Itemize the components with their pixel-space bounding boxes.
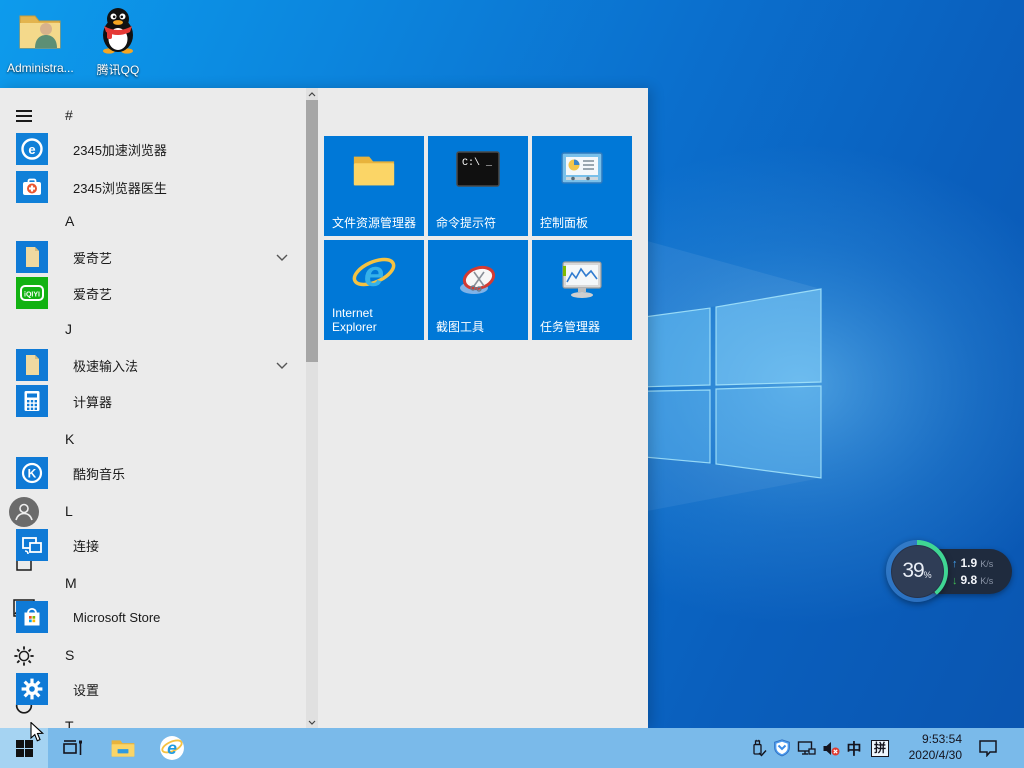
chevron-down-icon[interactable] <box>276 254 288 261</box>
chevron-down-icon <box>308 720 316 725</box>
tray-volume-button[interactable] <box>818 728 844 768</box>
download-arrow-icon: ↓ <box>952 575 958 587</box>
desktop-icon-qq[interactable]: 腾讯QQ <box>85 6 151 78</box>
usb-device-icon <box>752 739 767 757</box>
qq-penguin-icon <box>103 8 133 54</box>
gear-icon <box>14 646 34 666</box>
connect-icon <box>16 529 48 561</box>
chevron-down-icon[interactable] <box>276 362 288 369</box>
tray-ime-language[interactable]: 中 <box>842 728 866 768</box>
action-center-button[interactable] <box>972 728 1004 768</box>
tray-ime-mode[interactable]: 拼 <box>868 728 892 768</box>
cpu-usage-ring[interactable]: 39 % <box>886 540 948 602</box>
action-center-icon <box>979 740 997 757</box>
app-item-kugou[interactable]: K 酷狗音乐 <box>16 455 302 491</box>
usage-percent: 39 <box>902 559 924 582</box>
app-item-iqiyi-folder[interactable]: 爱奇艺 <box>16 239 302 275</box>
app-list-scrollbar[interactable] <box>306 88 318 728</box>
app-item-jisu-ime[interactable]: 极速输入法 <box>16 347 302 383</box>
folder-group-icon <box>16 349 48 381</box>
upload-arrow-icon: ↑ <box>952 558 958 570</box>
app-item-settings[interactable]: 设置 <box>16 671 302 707</box>
iqiyi-icon: iQIYI <box>16 277 48 309</box>
clock-time: 9:53:54 <box>921 732 962 746</box>
settings-app-icon <box>16 673 48 705</box>
scroll-up-button[interactable] <box>306 88 318 100</box>
start-menu: # e 2345加速浏览器 2345浏览器医生 A 爱奇艺 iQIYI 爱奇艺 … <box>0 88 648 734</box>
tray-security-button[interactable] <box>770 728 794 768</box>
app-item-microsoft-store[interactable]: Microsoft Store <box>16 599 302 635</box>
svg-text:e: e <box>364 253 384 294</box>
desktop-icon-label: Administra... <box>7 61 74 75</box>
section-header[interactable]: J <box>65 315 105 343</box>
app-item-connect[interactable]: 连接 <box>16 527 302 563</box>
section-header[interactable]: S <box>65 641 105 669</box>
tile-control-panel[interactable]: 控制面板 <box>532 136 632 236</box>
clock-date: 2020/4/30 <box>908 748 962 762</box>
tray-usb-button[interactable] <box>746 728 770 768</box>
svg-text:K: K <box>28 467 37 481</box>
taskbar: e 中 拼 9:53:54 2020/4/30 <box>0 728 1024 768</box>
taskbar-clock[interactable]: 9:53:54 2020/4/30 <box>896 731 962 763</box>
user-folder-icon <box>19 15 61 49</box>
hamburger-icon <box>16 110 32 122</box>
scrollbar-thumb[interactable] <box>306 100 318 362</box>
tile-snipping-tool[interactable]: 截图工具 <box>428 240 528 340</box>
app-item-2345-browser[interactable]: e 2345加速浏览器 <box>16 131 302 167</box>
tile-command-prompt[interactable]: C:\ _ 命令提示符 <box>428 136 528 236</box>
file-explorer-icon <box>111 740 135 757</box>
network-icon <box>797 740 816 755</box>
svg-text:iQIYI: iQIYI <box>24 292 40 299</box>
section-header[interactable]: M <box>65 569 105 597</box>
kugou-music-icon: K <box>16 457 48 489</box>
folder-group-icon <box>16 241 48 273</box>
svg-text:e: e <box>167 738 177 758</box>
2345-doctor-icon <box>16 171 48 203</box>
command-prompt-icon: C:\ _ <box>456 151 500 187</box>
taskbar-file-explorer[interactable] <box>106 728 140 768</box>
tile-task-manager[interactable]: 任务管理器 <box>532 240 632 340</box>
mouse-cursor <box>30 722 45 742</box>
speaker-muted-icon <box>823 741 839 755</box>
chevron-up-icon <box>308 91 316 96</box>
download-speed: 9.8 <box>960 573 978 587</box>
internet-explorer-icon: e <box>352 253 396 294</box>
upload-speed: 1.9 <box>960 556 978 570</box>
task-view-icon <box>63 740 82 755</box>
desktop-icon-label: 腾讯QQ <box>96 63 140 77</box>
file-explorer-icon <box>353 156 395 186</box>
svg-text:C:\ _: C:\ _ <box>462 157 493 169</box>
tray-network-button[interactable] <box>794 728 818 768</box>
security-shield-icon <box>774 739 790 757</box>
desktop-icon-administrator[interactable]: Administra... <box>7 6 74 75</box>
2345-browser-icon: e <box>16 133 48 165</box>
section-header[interactable]: K <box>65 425 105 453</box>
app-item-calculator[interactable]: 计算器 <box>16 383 302 419</box>
section-header[interactable]: L <box>65 497 105 525</box>
task-view-button[interactable] <box>58 728 88 768</box>
desktop: Administra... 腾讯QQ ↑ 1.9 K/s ↓ 9.8 K/s 3… <box>0 0 1024 768</box>
taskbar-internet-explorer[interactable]: e <box>155 728 189 768</box>
internet-explorer-icon: e <box>160 736 184 760</box>
snipping-tool-icon <box>460 265 496 294</box>
user-avatar-icon <box>9 497 39 527</box>
task-manager-icon <box>562 261 602 298</box>
tile-file-explorer[interactable]: 文件资源管理器 <box>324 136 424 236</box>
tile-internet-explorer[interactable]: e Internet Explorer <box>324 240 424 340</box>
calculator-icon <box>16 385 48 417</box>
control-panel-icon <box>561 152 603 184</box>
scroll-down-button[interactable] <box>306 716 318 728</box>
svg-text:e: e <box>28 142 35 157</box>
microsoft-store-icon <box>16 601 48 633</box>
app-item-iqiyi[interactable]: iQIYI 爱奇艺 <box>16 275 302 311</box>
section-header[interactable]: A <box>65 207 105 235</box>
section-header[interactable]: # <box>65 101 105 129</box>
app-item-2345-doctor[interactable]: 2345浏览器医生 <box>16 169 302 205</box>
